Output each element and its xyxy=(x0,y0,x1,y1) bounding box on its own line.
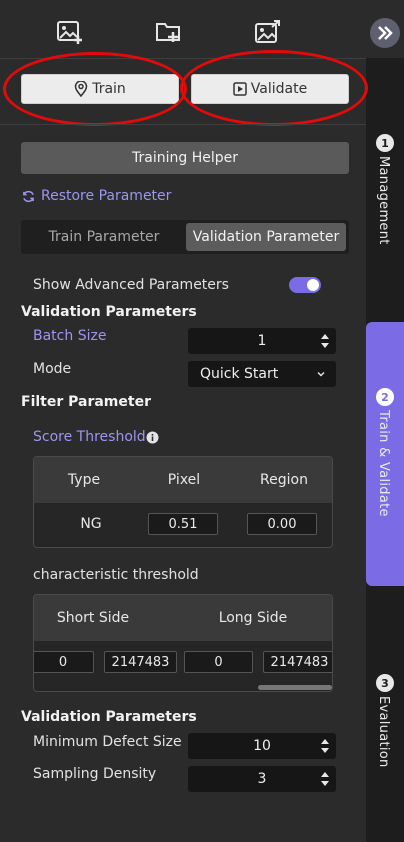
stepper-arrows-icon[interactable] xyxy=(320,737,330,755)
section-title: Filter Parameter xyxy=(21,394,151,410)
batch-size-value: 1 xyxy=(257,333,267,349)
info-icon[interactable] xyxy=(146,431,159,444)
column-header: Long Side xyxy=(218,610,288,626)
validate-label: Validate xyxy=(250,81,308,97)
advanced-label: Show Advanced Parameters xyxy=(33,277,229,293)
restore-parameter-link[interactable]: Restore Parameter xyxy=(22,188,171,204)
rail-item-evaluation[interactable]: 3 Evaluation xyxy=(366,586,404,842)
divider xyxy=(0,58,366,59)
batch-size-label: Batch Size xyxy=(33,328,107,344)
mode-label: Mode xyxy=(33,361,72,377)
sampling-density-value: 3 xyxy=(257,771,267,787)
batch-size-stepper[interactable]: 1 xyxy=(188,328,336,354)
train-label: Train xyxy=(92,81,126,97)
export-image-icon[interactable] xyxy=(254,18,282,46)
double-chevron-right-icon xyxy=(378,26,393,40)
add-image-icon[interactable] xyxy=(56,18,84,46)
stepper-arrows-icon[interactable] xyxy=(320,770,330,788)
pixel-threshold-input[interactable]: 0.51 xyxy=(148,513,218,535)
rail-label: Evaluation xyxy=(376,696,391,768)
short-side-min-input[interactable]: 0 xyxy=(34,651,94,673)
tab-train-parameter[interactable]: Train Parameter xyxy=(24,223,184,251)
mode-value: Quick Start xyxy=(200,366,279,382)
horizontal-scrollbar[interactable] xyxy=(258,685,332,690)
step-rail: 1 Management 2 Train & Validate 3 Evalua… xyxy=(366,58,404,842)
stepper-arrows-icon[interactable] xyxy=(320,332,330,350)
characteristic-table: Short Side Long Side 0 2147483 0 2147483 xyxy=(33,594,333,692)
characteristic-label: characteristic threshold xyxy=(33,567,199,583)
refresh-icon xyxy=(23,190,34,202)
sampling-density-stepper[interactable]: 3 xyxy=(188,766,336,792)
tab-validation-parameter[interactable]: Validation Parameter xyxy=(186,223,346,251)
column-header: Pixel xyxy=(167,472,201,488)
rail-item-train-validate[interactable]: 2 Train & Validate xyxy=(366,322,404,586)
step-number: 3 xyxy=(376,674,394,692)
toolbar xyxy=(0,0,404,58)
short-side-max-input[interactable]: 2147483 xyxy=(104,651,177,673)
collapse-panel-button[interactable] xyxy=(370,18,400,48)
column-header: Type xyxy=(67,472,101,488)
step-number: 2 xyxy=(376,388,394,406)
divider xyxy=(0,124,366,125)
location-pin-icon xyxy=(74,81,88,97)
rail-label: Management xyxy=(376,156,391,245)
region-threshold-input[interactable]: 0.00 xyxy=(247,513,317,535)
column-header: Short Side xyxy=(56,610,130,626)
rail-label: Train & Validate xyxy=(376,410,391,517)
training-helper-button[interactable]: Training Helper xyxy=(21,142,349,174)
sampling-density-label: Sampling Density xyxy=(33,766,157,782)
min-defect-label: Minimum Defect Size xyxy=(33,734,182,750)
score-threshold-label: Score Threshold xyxy=(33,429,146,445)
mode-select[interactable]: Quick Start xyxy=(188,361,336,387)
section-title: Validation Parameters xyxy=(21,304,197,320)
step-number: 1 xyxy=(376,134,394,152)
min-defect-value: 10 xyxy=(253,738,271,754)
section-title: Validation Parameters xyxy=(21,709,197,725)
advanced-toggle[interactable] xyxy=(289,277,321,293)
validate-button[interactable]: Validate xyxy=(191,74,349,104)
rail-item-management[interactable]: 1 Management xyxy=(366,58,404,322)
min-defect-stepper[interactable]: 10 xyxy=(188,733,336,759)
toggle-knob xyxy=(307,279,319,291)
restore-label: Restore Parameter xyxy=(41,188,172,204)
type-cell: NG xyxy=(80,516,102,532)
score-threshold-table: Type Pixel Region NG 0.51 0.00 xyxy=(33,456,333,548)
play-box-icon xyxy=(233,82,247,96)
train-button[interactable]: Train xyxy=(21,74,179,104)
long-side-max-input[interactable]: 2147483 xyxy=(263,651,332,673)
column-header: Region xyxy=(260,472,308,488)
add-folder-icon[interactable] xyxy=(155,18,183,46)
chevron-down-icon xyxy=(317,372,325,377)
long-side-min-input[interactable]: 0 xyxy=(184,651,253,673)
parameter-tabs: Train Parameter Validation Parameter xyxy=(21,220,349,254)
